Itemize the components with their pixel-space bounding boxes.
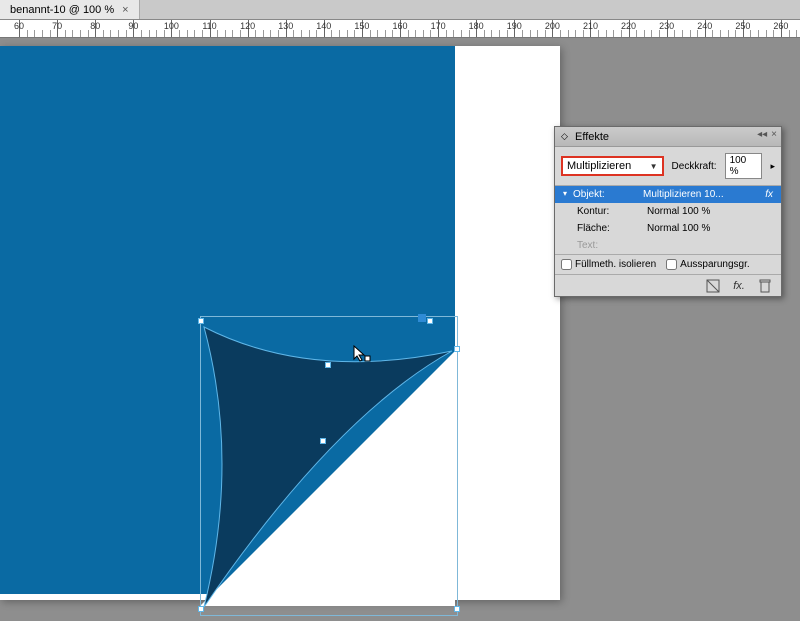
horizontal-ruler: 60 70 80 90 100 110 120 130 140 150 160 170 180 190 20… (0, 20, 800, 38)
opacity-label: Deckkraft: (672, 161, 717, 172)
fx-button[interactable]: fx. (731, 278, 747, 294)
checkbox[interactable] (666, 259, 677, 270)
ruler-tick-label: 260 (773, 21, 788, 31)
isolate-blending-checkbox[interactable]: Füllmeth. isolieren (561, 259, 656, 270)
collapse-icon[interactable]: ◇ (561, 131, 571, 142)
ruler-tick-label: 100 (164, 21, 179, 31)
anchor-point[interactable] (454, 606, 460, 612)
row-label: Fläche: (577, 223, 647, 234)
chevron-down-icon: ▼ (650, 162, 658, 171)
ruler-tick-label: 180 (469, 21, 484, 31)
disclosure-icon: ▾ (563, 189, 573, 200)
ruler-tick-label: 230 (659, 21, 674, 31)
panel-options-row: Füllmeth. isolieren Aussparungsgr. (555, 254, 781, 274)
effects-panel: ◇ Effekte ◂◂ × Multiplizieren ▼ Deckkraf… (554, 126, 782, 297)
blend-mode-value: Multiplizieren (567, 160, 631, 172)
effects-target-row[interactable]: Fläche:Normal 100 % (555, 220, 781, 237)
row-label: Text: (577, 240, 647, 251)
panel-footer: fx. (555, 274, 781, 296)
row-value (647, 240, 773, 251)
opacity-input[interactable]: 100 % (725, 153, 763, 179)
row-label: Kontur: (577, 206, 647, 217)
blend-opacity-row: Multiplizieren ▼ Deckkraft: 100 % ▸ (555, 147, 781, 185)
ruler-tick-label: 250 (735, 21, 750, 31)
fx-indicator-icon: fx (765, 189, 773, 200)
ruler-tick-label: 140 (316, 21, 331, 31)
ruler-tick-label: 240 (697, 21, 712, 31)
panel-close-icon[interactable]: × (771, 129, 777, 140)
effects-target-row[interactable]: Text: (555, 237, 781, 254)
tab-title: benannt-10 @ 100 % (10, 4, 114, 16)
ruler-tick-label: 160 (392, 21, 407, 31)
checkbox-label: Aussparungsgr. (680, 259, 750, 270)
canvas[interactable]: ◇ Effekte ◂◂ × Multiplizieren ▼ Deckkraf… (0, 38, 800, 600)
row-label: Objekt: (573, 189, 643, 200)
anchor-point[interactable] (198, 318, 204, 324)
trash-icon[interactable] (757, 278, 773, 294)
ruler-tick-label: 120 (240, 21, 255, 31)
opacity-value: 100 % (730, 155, 758, 177)
ruler-tick-label: 220 (621, 21, 636, 31)
row-value: Multiplizieren 10... (643, 189, 765, 200)
anchor-point[interactable] (454, 346, 460, 352)
panel-title: Effekte (575, 131, 609, 143)
row-value: Normal 100 % (647, 223, 773, 234)
checkbox[interactable] (561, 259, 572, 270)
ruler-tick-label: 170 (431, 21, 446, 31)
checkbox-label: Füllmeth. isolieren (575, 259, 656, 270)
row-value: Normal 100 % (647, 206, 773, 217)
anchor-point[interactable] (320, 438, 326, 444)
ruler-tick-label: 60 (14, 21, 24, 31)
close-icon[interactable]: × (122, 4, 128, 16)
ruler-tick-label: 90 (128, 21, 138, 31)
panel-header[interactable]: ◇ Effekte ◂◂ × (555, 127, 781, 147)
opacity-flyout-icon[interactable]: ▸ (770, 161, 775, 172)
anchor-point[interactable] (325, 362, 331, 368)
effects-target-row[interactable]: ▾Objekt:Multiplizieren 10...fx (555, 186, 781, 203)
anchor-point[interactable] (198, 606, 204, 612)
ruler-tick-label: 200 (545, 21, 560, 31)
ruler-tick-label: 150 (354, 21, 369, 31)
effects-target-list: ▾Objekt:Multiplizieren 10...fxKontur:Nor… (555, 185, 781, 254)
ruler-tick-label: 130 (278, 21, 293, 31)
knockout-group-checkbox[interactable]: Aussparungsgr. (666, 259, 750, 270)
clear-effects-icon[interactable] (705, 278, 721, 294)
blend-mode-dropdown[interactable]: Multiplizieren ▼ (561, 156, 664, 176)
document-tab[interactable]: benannt-10 @ 100 % × (0, 0, 140, 19)
ruler-tick-label: 110 (202, 21, 216, 31)
ruler-tick-label: 70 (52, 21, 62, 31)
ruler-tick-label: 210 (583, 21, 598, 31)
panel-minimize-icon[interactable]: ◂◂ (757, 129, 767, 140)
ruler-tick-label: 80 (90, 21, 100, 31)
artboard (0, 46, 560, 600)
document-tab-bar: benannt-10 @ 100 % × (0, 0, 800, 20)
ruler-tick-label: 190 (507, 21, 522, 31)
effects-target-row[interactable]: Kontur:Normal 100 % (555, 203, 781, 220)
selection-handle[interactable] (418, 314, 426, 322)
anchor-point[interactable] (427, 318, 433, 324)
